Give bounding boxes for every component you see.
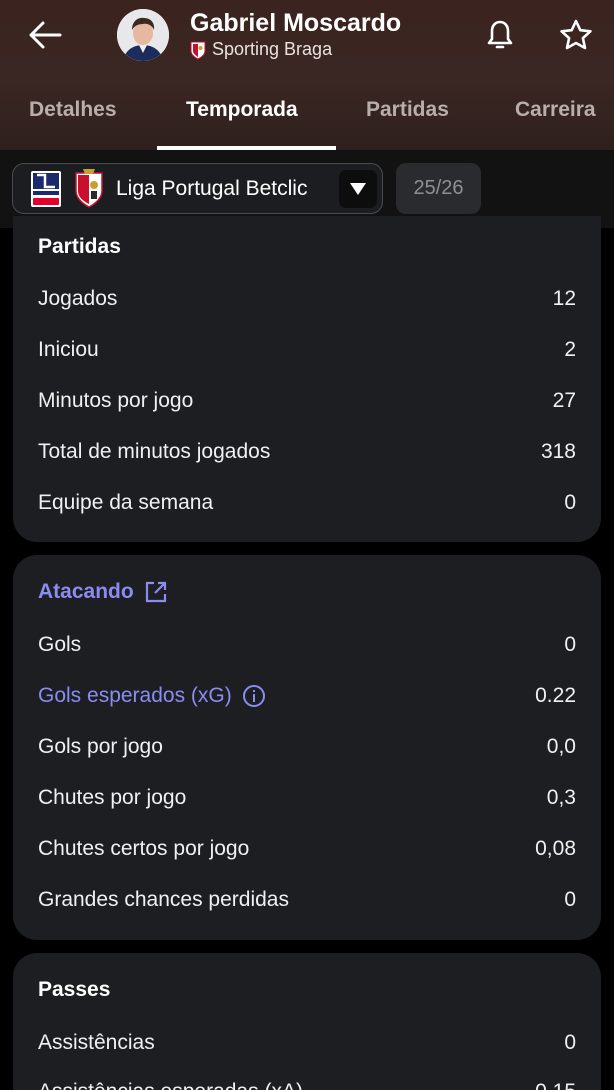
stat-row: Gols por jogo 0,0 xyxy=(38,731,576,763)
attacking-section-link[interactable]: Atacando xyxy=(38,580,168,604)
stat-row: Jogados 12 xyxy=(38,283,576,315)
stat-row: Assistências esperadas (xA) 0.15 xyxy=(38,1076,576,1090)
passing-stats-card: Passes Assistências 0 Assistências esper… xyxy=(13,953,601,1090)
league-selector[interactable]: Liga Portugal Betclic xyxy=(12,163,383,214)
matches-stats-card: Partidas Jogados 12 Iniciou 2 Minutos po… xyxy=(13,216,601,542)
league-name: Liga Portugal Betclic xyxy=(116,177,308,200)
sporting-braga-crest-icon xyxy=(190,41,206,60)
player-name: Gabriel Moscardo xyxy=(190,9,402,37)
stat-value: 0.22 xyxy=(535,684,576,707)
stat-label: Equipe da semana xyxy=(38,491,214,514)
tab-partidas[interactable]: Partidas xyxy=(366,98,449,122)
stat-row: Chutes certos por jogo 0,08 xyxy=(38,833,576,865)
section-title: Passes xyxy=(38,978,111,1001)
stat-value: 27 xyxy=(552,389,576,412)
player-avatar xyxy=(117,9,169,61)
stat-row: Minutos por jogo 27 xyxy=(38,385,576,417)
stat-value: 0,3 xyxy=(546,786,576,809)
favorite-button[interactable] xyxy=(554,14,598,56)
stat-label: Jogados xyxy=(38,287,118,310)
arrow-left-icon xyxy=(29,21,62,49)
section-title: Atacando xyxy=(38,580,134,603)
team-link[interactable]: Sporting Braga xyxy=(190,39,332,60)
stat-label: Iniciou xyxy=(38,338,99,361)
braga-crest-icon xyxy=(75,169,103,208)
notifications-button[interactable] xyxy=(480,14,520,56)
bell-icon xyxy=(487,20,513,49)
player-header: Gabriel Moscardo Sporting Braga Detalhes… xyxy=(0,0,614,150)
triangle-down-icon xyxy=(350,183,366,195)
stat-row: Gols 0 xyxy=(38,629,576,661)
team-name: Sporting Braga xyxy=(212,39,333,59)
tab-carreira[interactable]: Carreira xyxy=(515,98,596,122)
stat-label: Assistências esperadas (xA) xyxy=(38,1080,303,1090)
league-dropdown-toggle[interactable] xyxy=(339,170,377,208)
stat-value: 318 xyxy=(540,440,576,463)
stat-label: Gols xyxy=(38,633,82,656)
liga-portugal-logo-icon xyxy=(31,171,61,207)
expected-goals-link[interactable]: Gols esperados (xG) xyxy=(38,684,266,708)
back-button[interactable] xyxy=(22,14,68,56)
info-icon xyxy=(242,685,265,707)
stat-value: 0 xyxy=(564,491,576,514)
season-selector[interactable]: 25/26 xyxy=(396,163,481,214)
section-title: Partidas xyxy=(38,235,121,258)
stat-value: 2 xyxy=(564,338,576,361)
stat-label: Total de minutos jogados xyxy=(38,440,271,463)
attacking-stats-card: Atacando Gols 0 Gols esperados (xG) 0.22… xyxy=(13,555,601,940)
profile-tabs: Detalhes Temporada Partidas Carreira xyxy=(0,88,614,150)
stat-row: Iniciou 2 xyxy=(38,334,576,366)
stat-row: Assistências 0 xyxy=(38,1027,576,1059)
stat-value: 0 xyxy=(564,888,576,911)
stat-label: Gols esperados (xG) xyxy=(38,684,232,707)
tab-detalhes[interactable]: Detalhes xyxy=(29,98,117,122)
stat-value: 0,08 xyxy=(535,837,576,860)
stat-row: Grandes chances perdidas 0 xyxy=(38,884,576,916)
stat-label: Chutes por jogo xyxy=(38,786,187,809)
stat-row: Chutes por jogo 0,3 xyxy=(38,782,576,814)
stat-row: Total de minutos jogados 318 xyxy=(38,436,576,468)
stat-label: Grandes chances perdidas xyxy=(38,888,289,911)
stat-value: 0 xyxy=(564,1031,576,1054)
star-icon xyxy=(560,19,592,50)
stat-label: Gols por jogo xyxy=(38,735,163,758)
stat-value: 0 xyxy=(564,633,576,656)
external-link-icon xyxy=(145,581,166,603)
stat-value: 12 xyxy=(552,287,576,310)
stat-value: 0.15 xyxy=(535,1080,576,1090)
stat-row: Gols esperados (xG) 0.22 xyxy=(38,680,576,712)
tab-temporada[interactable]: Temporada xyxy=(186,98,298,122)
stat-label: Minutos por jogo xyxy=(38,389,194,412)
stat-label: Chutes certos por jogo xyxy=(38,837,250,860)
stat-value: 0,0 xyxy=(546,735,576,758)
stat-label: Assistências xyxy=(38,1031,155,1054)
stat-row: Equipe da semana 0 xyxy=(38,487,576,519)
